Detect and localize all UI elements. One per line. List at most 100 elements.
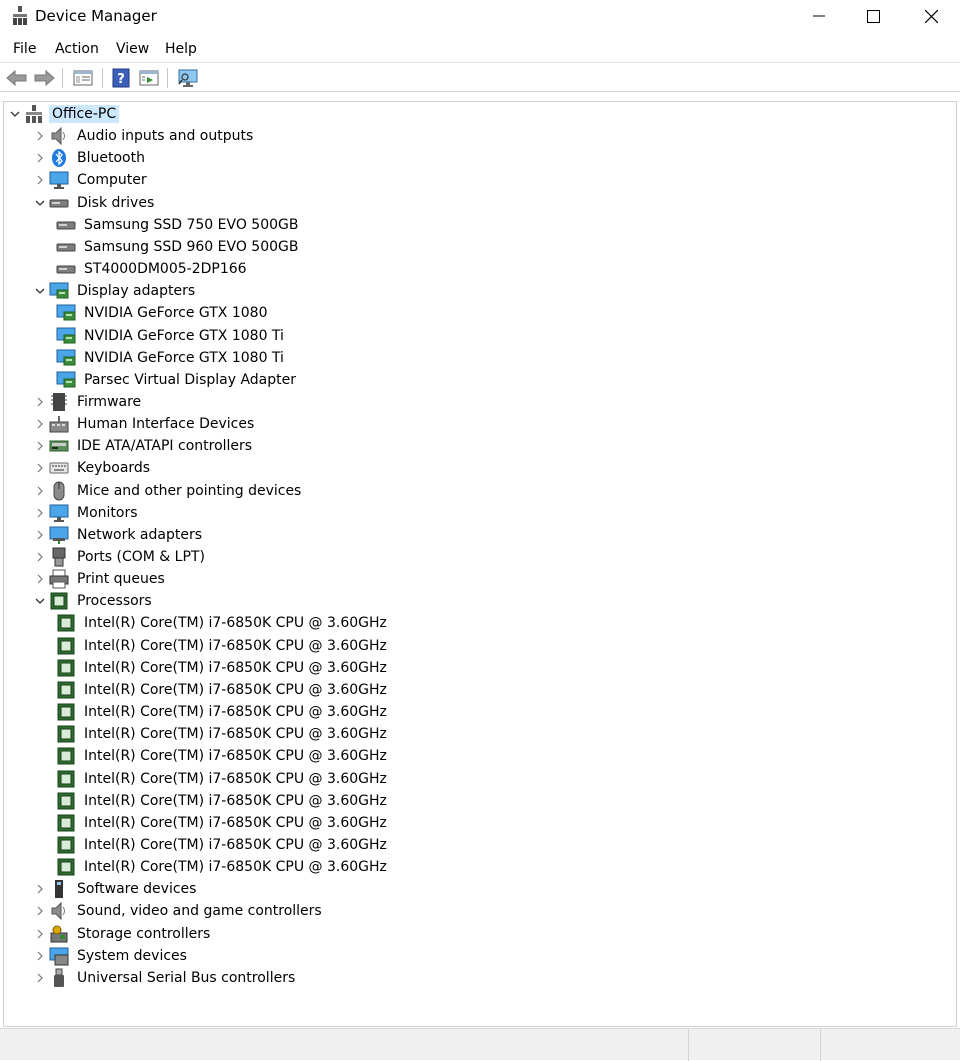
processor-icon (56, 613, 76, 633)
tree-category-storage[interactable]: Storage controllers (33, 923, 213, 945)
tree-root[interactable]: Office-PC (8, 103, 120, 125)
processor-item[interactable]: Intel(R) Core(TM) i7-6850K CPU @ 3.60GHz (56, 635, 390, 657)
disk-drive-item[interactable]: Samsung SSD 750 EVO 500GB (56, 214, 301, 236)
tree-item-label: Intel(R) Core(TM) i7-6850K CPU @ 3.60GHz (84, 792, 387, 809)
processor-icon (56, 658, 76, 678)
processor-item[interactable]: Intel(R) Core(TM) i7-6850K CPU @ 3.60GHz (56, 679, 390, 701)
chevron-right-icon[interactable] (33, 169, 47, 191)
chevron-right-icon[interactable] (33, 568, 47, 590)
tree-item-label: Software devices (77, 881, 197, 898)
tree-category-mice[interactable]: Mice and other pointing devices (33, 480, 304, 502)
processor-item[interactable]: Intel(R) Core(TM) i7-6850K CPU @ 3.60GHz (56, 657, 390, 679)
tree-item-label: Print queues (77, 571, 165, 588)
tree-category-monitors[interactable]: Monitors (33, 502, 141, 524)
disk-drive-item[interactable]: ST4000DM005-2DP166 (56, 258, 250, 280)
display-adapter-item[interactable]: NVIDIA GeForce GTX 1080 Ti (56, 325, 287, 347)
chevron-right-icon[interactable] (33, 480, 47, 502)
disk-drive-icon (56, 237, 76, 257)
chevron-right-icon[interactable] (33, 967, 47, 989)
tree-category-bluetooth[interactable]: Bluetooth (33, 147, 148, 169)
tree-item-label: Intel(R) Core(TM) i7-6850K CPU @ 3.60GHz (84, 859, 387, 876)
software-device-icon (49, 879, 69, 899)
tree-category-system[interactable]: System devices (33, 945, 190, 967)
scan-hardware-button[interactable] (176, 67, 200, 89)
processor-item[interactable]: Intel(R) Core(TM) i7-6850K CPU @ 3.60GHz (56, 768, 390, 790)
chevron-down-icon[interactable] (33, 590, 47, 612)
display-adapter-item[interactable]: NVIDIA GeForce GTX 1080 Ti (56, 347, 287, 369)
processor-item[interactable]: Intel(R) Core(TM) i7-6850K CPU @ 3.60GHz (56, 701, 390, 723)
maximize-button[interactable] (844, 0, 902, 32)
menu-help[interactable]: Help (165, 41, 197, 57)
chevron-right-icon[interactable] (33, 413, 47, 435)
chevron-down-icon[interactable] (8, 103, 22, 125)
processor-item[interactable]: Intel(R) Core(TM) i7-6850K CPU @ 3.60GHz (56, 612, 390, 634)
tree-category-network[interactable]: Network adapters (33, 524, 205, 546)
tree-category-usb[interactable]: Universal Serial Bus controllers (33, 967, 298, 989)
chevron-right-icon[interactable] (33, 391, 47, 413)
tree-item-label: IDE ATA/ATAPI controllers (77, 438, 253, 455)
tree-item-label: Intel(R) Core(TM) i7-6850K CPU @ 3.60GHz (84, 814, 387, 831)
tree-category-disk[interactable]: Disk drives (33, 192, 157, 214)
tree-item-label: Intel(R) Core(TM) i7-6850K CPU @ 3.60GHz (84, 770, 387, 787)
chevron-right-icon[interactable] (33, 457, 47, 479)
forward-button[interactable] (32, 67, 56, 89)
usb-icon (49, 968, 69, 988)
processor-item[interactable]: Intel(R) Core(TM) i7-6850K CPU @ 3.60GHz (56, 745, 390, 767)
tree-category-keyboards[interactable]: Keyboards (33, 457, 153, 479)
tree-item-label: Universal Serial Bus controllers (77, 969, 296, 986)
tree-category-sound[interactable]: Sound, video and game controllers (33, 900, 325, 922)
tree-item-label: Intel(R) Core(TM) i7-6850K CPU @ 3.60GHz (84, 681, 387, 698)
processor-item[interactable]: Intel(R) Core(TM) i7-6850K CPU @ 3.60GHz (56, 723, 390, 745)
computer-tree-icon (24, 104, 44, 124)
display-adapter-item[interactable]: NVIDIA GeForce GTX 1080 (56, 302, 270, 324)
chevron-right-icon[interactable] (33, 147, 47, 169)
device-tree[interactable]: Office-PC Audio inputs and outputs Bluetoo… (4, 102, 956, 1026)
tree-category-computer[interactable]: Computer (33, 169, 150, 191)
processor-item[interactable]: Intel(R) Core(TM) i7-6850K CPU @ 3.60GHz (56, 790, 390, 812)
tree-item-label: Intel(R) Core(TM) i7-6850K CPU @ 3.60GHz (84, 637, 387, 654)
processor-icon (56, 835, 76, 855)
chevron-right-icon[interactable] (33, 502, 47, 524)
tree-category-ide[interactable]: IDE ATA/ATAPI controllers (33, 435, 255, 457)
tree-category-software[interactable]: Software devices (33, 878, 199, 900)
status-divider (820, 1029, 821, 1061)
close-button[interactable] (902, 0, 960, 32)
chevron-right-icon[interactable] (33, 945, 47, 967)
chevron-right-icon[interactable] (33, 546, 47, 568)
update-driver-button[interactable] (137, 67, 161, 89)
disk-drive-item[interactable]: Samsung SSD 960 EVO 500GB (56, 236, 301, 258)
menu-file[interactable]: File (13, 41, 36, 57)
help-button[interactable]: ? (109, 67, 133, 89)
processor-item[interactable]: Intel(R) Core(TM) i7-6850K CPU @ 3.60GHz (56, 856, 390, 878)
tree-item-label: Sound, video and game controllers (77, 903, 322, 920)
close-icon (924, 9, 938, 23)
tree-category-ports[interactable]: Ports (COM & LPT) (33, 546, 208, 568)
minimize-button[interactable] (790, 0, 848, 32)
speaker-icon (49, 126, 69, 146)
chevron-right-icon[interactable] (33, 923, 47, 945)
menu-action[interactable]: Action (55, 41, 99, 57)
properties-icon (73, 70, 93, 86)
processor-item[interactable]: Intel(R) Core(TM) i7-6850K CPU @ 3.60GHz (56, 812, 390, 834)
chevron-down-icon[interactable] (33, 192, 47, 214)
tree-category-firmware[interactable]: Firmware (33, 391, 144, 413)
processor-item[interactable]: Intel(R) Core(TM) i7-6850K CPU @ 3.60GHz (56, 834, 390, 856)
chevron-right-icon[interactable] (33, 524, 47, 546)
back-button[interactable] (5, 67, 29, 89)
display-adapter-item[interactable]: Parsec Virtual Display Adapter (56, 369, 299, 391)
menu-view[interactable]: View (116, 41, 149, 57)
processor-icon (56, 857, 76, 877)
tree-category-display[interactable]: Display adapters (33, 280, 198, 302)
chevron-right-icon[interactable] (33, 435, 47, 457)
chevron-down-icon[interactable] (33, 280, 47, 302)
chevron-right-icon[interactable] (33, 125, 47, 147)
tree-category-processors[interactable]: Processors (33, 590, 155, 612)
chevron-right-icon[interactable] (33, 900, 47, 922)
tree-category-audio[interactable]: Audio inputs and outputs (33, 125, 256, 147)
disk-drive-icon (56, 259, 76, 279)
tree-category-print[interactable]: Print queues (33, 568, 168, 590)
processor-icon (56, 702, 76, 722)
chevron-right-icon[interactable] (33, 878, 47, 900)
tree-category-hid[interactable]: Human Interface Devices (33, 413, 257, 435)
properties-button[interactable] (71, 67, 95, 89)
